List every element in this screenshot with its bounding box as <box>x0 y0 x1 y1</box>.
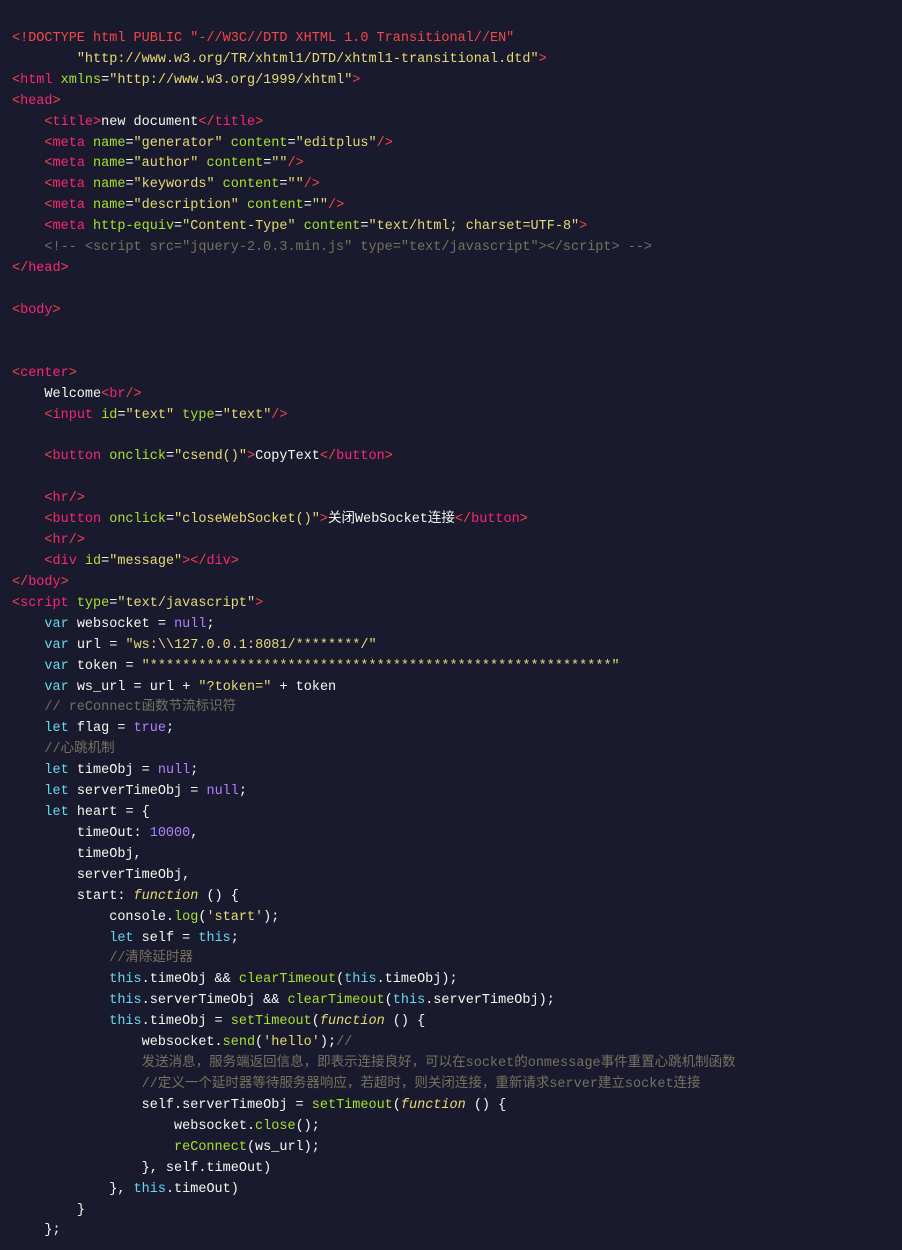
line-servertimeobj-prop: serverTimeObj, <box>12 868 190 883</box>
line-console-log: console.log('start'); <box>12 910 279 925</box>
line-var-url: var url = "ws:\\127.0.0.1:8081/********/… <box>12 638 377 653</box>
line-var-wsurl: var ws_url = url + "?token=" + token <box>12 680 336 695</box>
line-blank1 <box>12 282 20 297</box>
line-start-prop: start: function () { <box>12 889 239 904</box>
line-let-self: let self = this; <box>12 931 239 946</box>
line-let-timeobj: let timeObj = null; <box>12 763 198 778</box>
line-body-close: </body> <box>12 575 69 590</box>
line-meta5: <meta http-equiv="Content-Type" content=… <box>12 219 587 234</box>
line-cleartimeout2: this.serverTimeObj && clearTimeout(this.… <box>12 993 555 1008</box>
line-ws-close: websocket.close(); <box>12 1119 320 1134</box>
line-blank2 <box>12 324 20 339</box>
line-comment3: //心跳机制 <box>12 742 115 757</box>
line-let-heart: let heart = { <box>12 805 150 820</box>
code-editor: <!DOCTYPE html PUBLIC "-//W3C//DTD XHTML… <box>12 8 890 1242</box>
line-doctype2: "http://www.w3.org/TR/xhtml1/DTD/xhtml1-… <box>12 52 547 67</box>
line-meta4: <meta name="description" content=""/> <box>12 198 344 213</box>
line-timeobj-prop: timeObj, <box>12 847 142 862</box>
line-timeout: timeOut: 10000, <box>12 826 198 841</box>
line-ws-send: websocket.send('hello');// <box>12 1035 352 1050</box>
line-blank5 <box>12 470 20 485</box>
line-input: <input id="text" type="text"/> <box>12 408 288 423</box>
line-body-open: <body> <box>12 303 61 318</box>
line-settimeout1: this.timeObj = setTimeout(function () { <box>12 1014 425 1029</box>
line-let-servertimeobj: let serverTimeObj = null; <box>12 784 247 799</box>
line-script-open: <script type="text/javascript"> <box>12 596 263 611</box>
line-start-close: } <box>12 1203 85 1218</box>
line-meta2: <meta name="author" content=""/> <box>12 156 304 171</box>
line-head-open: <head> <box>12 94 61 109</box>
line-div: <div id="message"></div> <box>12 554 239 569</box>
line-button1: <button onclick="csend()">CopyText</butt… <box>12 449 393 464</box>
line-comment1: <!-- <script src="jquery-2.0.3.min.js" t… <box>12 240 652 255</box>
line-var-token: var token = "***************************… <box>12 659 620 674</box>
line-meta3: <meta name="keywords" content=""/> <box>12 177 320 192</box>
line-button2: <button onclick="closeWebSocket()">关闭Web… <box>12 512 528 527</box>
line-settimeout2: self.serverTimeObj = setTimeout(function… <box>12 1098 506 1113</box>
line-inner-close: }, self.timeOut) <box>12 1161 271 1176</box>
line-var-websocket: var websocket = null; <box>12 617 215 632</box>
line-heart-close: }; <box>12 1223 61 1238</box>
line-reconnect: reConnect(ws_url); <box>12 1140 320 1155</box>
line-blank3 <box>12 345 20 360</box>
line-comment2: // reConnect函数节流标识符 <box>12 700 236 715</box>
line-hr1: <hr/> <box>12 491 85 506</box>
line-title: <title>new document</title> <box>12 115 263 130</box>
line-doctype: <!DOCTYPE html PUBLIC "-//W3C//DTD XHTML… <box>12 31 514 46</box>
line-outer-close: }, this.timeOut) <box>12 1182 239 1197</box>
line-comment5: 发送消息，服务端返回信息，即表示连接良好，可以在socket的onmessage… <box>12 1056 736 1071</box>
line-center-open: <center> <box>12 366 77 381</box>
line-html-open: <html xmlns="http://www.w3.org/1999/xhtm… <box>12 73 360 88</box>
line-cleartimeout1: this.timeObj && clearTimeout(this.timeOb… <box>12 972 458 987</box>
line-meta1: <meta name="generator" content="editplus… <box>12 136 393 151</box>
line-head-close: </head> <box>12 261 69 276</box>
line-comment6: //定义一个延时器等待服务器响应，若超时，则关闭连接，重新请求server建立s… <box>12 1077 701 1092</box>
line-hr2: <hr/> <box>12 533 85 548</box>
line-welcome: Welcome<br/> <box>12 387 142 402</box>
line-blank4 <box>12 428 20 443</box>
line-comment4: //清除延时器 <box>12 951 193 966</box>
line-let-flag: let flag = true; <box>12 721 174 736</box>
